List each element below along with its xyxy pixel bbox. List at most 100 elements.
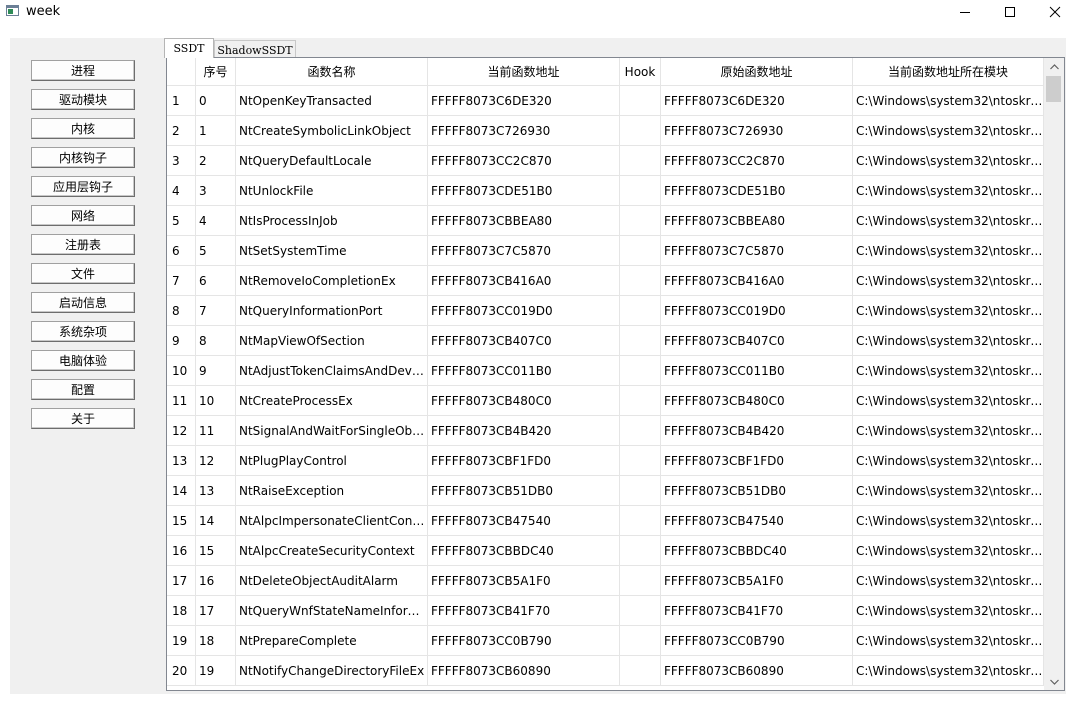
row-number-cell: 9	[167, 326, 196, 356]
current-address-cell: FFFFF8073CB60890	[428, 656, 620, 686]
original-address-cell: FFFFF8073CC019D0	[661, 296, 853, 326]
module-path-cell: C:\Windows\system32\ntoskrnl.exe	[853, 656, 1044, 686]
function-name-cell: NtSetSystemTime	[236, 236, 428, 266]
hook-cell	[620, 566, 661, 596]
table-row[interactable]: 8 7 NtQueryInformationPort FFFFF8073CC019D0…	[167, 296, 1044, 326]
nav-button-system-misc[interactable]: 系统杂项	[31, 321, 135, 342]
function-name-cell: NtDeleteObjectAuditAlarm	[236, 566, 428, 596]
title-bar: week	[0, 0, 1072, 24]
function-name-cell: NtQueryWnfStateNameInformation	[236, 596, 428, 626]
scroll-up-button[interactable]	[1044, 58, 1064, 75]
column-header-original-address[interactable]: 原始函数地址	[661, 58, 853, 86]
nav-button-about[interactable]: 关于	[31, 408, 135, 429]
table-row[interactable]: 9 8 NtMapViewOfSection FFFFF8073CB407C0 FFFF…	[167, 326, 1044, 356]
nav-button-startup[interactable]: 启动信息	[31, 292, 135, 313]
column-header-current-address[interactable]: 当前函数地址	[428, 58, 620, 86]
table-row[interactable]: 12 11 NtSignalAndWaitForSingleObject FFFFF8…	[167, 416, 1044, 446]
module-path-cell: C:\Windows\system32\ntoskrnl.exe	[853, 116, 1044, 146]
hook-cell	[620, 596, 661, 626]
current-address-cell: FFFFF8073CC019D0	[428, 296, 620, 326]
nav-button-kernel[interactable]: 内核	[31, 118, 135, 139]
index-cell: 6	[196, 266, 236, 296]
function-name-cell: NtQueryInformationPort	[236, 296, 428, 326]
nav-panel: 进程驱动模块内核内核钩子应用层钩子网络注册表文件启动信息系统杂项电脑体验配置关于	[10, 38, 158, 694]
hook-cell	[620, 236, 661, 266]
table-row[interactable]: 17 16 NtDeleteObjectAuditAlarm FFFFF8073CB5…	[167, 566, 1044, 596]
tab-ssdt[interactable]: SSDT	[164, 38, 214, 58]
index-cell: 15	[196, 536, 236, 566]
table-row[interactable]: 5 4 NtIsProcessInJob FFFFF8073CBBEA80 FFFFF8…	[167, 206, 1044, 236]
hook-cell	[620, 506, 661, 536]
table-row[interactable]: 109NtAdjustTokenClaimsAndDeviceGroupsFFF…	[167, 356, 1044, 386]
function-name-cell: NtAlpcImpersonateClientContainerOfPort	[236, 506, 428, 536]
row-number-cell: 16	[167, 536, 196, 566]
content-panel: ShadowSSDT SSDT 序号 函数名称 当前函数地址 Hook 原始函数地址 当前…	[158, 38, 1066, 694]
original-address-cell: FFFFF8073C726930	[661, 116, 853, 146]
ssdt-table: 序号 函数名称 当前函数地址 Hook 原始函数地址 当前函数地址所在模块 1 0 NtOpen…	[166, 57, 1065, 691]
row-number-cell: 4	[167, 176, 196, 206]
nav-button-app-hooks[interactable]: 应用层钩子	[31, 176, 135, 197]
original-address-cell: FFFFF8073CB480C0	[661, 386, 853, 416]
current-address-cell: FFFFF8073CBBDC40	[428, 536, 620, 566]
current-address-cell: FFFFF8073CB416A0	[428, 266, 620, 296]
current-address-cell: FFFFF8073CB4B420	[428, 416, 620, 446]
scroll-thumb[interactable]	[1046, 76, 1061, 102]
table-row[interactable]: 11 10 NtCreateProcessEx FFFFF8073CB480C0 FFF…	[167, 386, 1044, 416]
row-number-cell: 11	[167, 386, 196, 416]
minimize-button[interactable]	[942, 0, 988, 24]
table-row[interactable]: 19 18 NtPrepareComplete FFFFF8073CC0B790 FFF…	[167, 626, 1044, 656]
column-header-index[interactable]: 序号	[196, 58, 236, 86]
original-address-cell: FFFFF8073CB47540	[661, 506, 853, 536]
nav-button-file[interactable]: 文件	[31, 263, 135, 284]
module-path-cell: C:\Windows\system32\ntoskrnl.exe	[853, 356, 1044, 386]
nav-button-kernel-hooks[interactable]: 内核钩子	[31, 147, 135, 168]
table-row[interactable]: 1 0 NtOpenKeyTransacted FFFFF8073C6DE320 FFF…	[167, 86, 1044, 116]
close-button[interactable]	[1032, 0, 1072, 24]
scroll-down-button[interactable]	[1044, 673, 1064, 690]
hook-cell	[620, 656, 661, 686]
maximize-button[interactable]	[987, 0, 1033, 24]
original-address-cell: FFFFF8073CB4B420	[661, 416, 853, 446]
module-path-cell: C:\Windows\system32\ntoskrnl.exe	[853, 296, 1044, 326]
nav-button-network[interactable]: 网络	[31, 205, 135, 226]
table-row[interactable]: 13 12 NtPlugPlayControl FFFFF8073CBF1FD0 FFF…	[167, 446, 1044, 476]
module-path-cell: C:\Windows\system32\ntoskrnl.exe	[853, 476, 1044, 506]
function-name-cell: NtQueryDefaultLocale	[236, 146, 428, 176]
module-path-cell: C:\Windows\system32\ntoskrnl.exe	[853, 416, 1044, 446]
table-row[interactable]: 4 3 NtUnlockFile FFFFF8073CDE51B0 FFFFF8073C…	[167, 176, 1044, 206]
app-window-icon	[6, 5, 19, 16]
hook-cell	[620, 356, 661, 386]
table-row[interactable]: 7 6 NtRemoveIoCompletionEx FFFFF8073CB416A0…	[167, 266, 1044, 296]
table-row[interactable]: 3 2 NtQueryDefaultLocale FFFFF8073CC2C870 FF…	[167, 146, 1044, 176]
table-row[interactable]: 20 19 NtNotifyChangeDirectoryFileEx FFFFF80…	[167, 656, 1044, 686]
function-name-cell: NtIsProcessInJob	[236, 206, 428, 236]
table-row[interactable]: 14 13 NtRaiseException FFFFF8073CB51DB0 FFFF…	[167, 476, 1044, 506]
row-number-cell: 15	[167, 506, 196, 536]
module-path-cell: C:\Windows\system32\ntoskrnl.exe	[853, 86, 1044, 116]
minimize-icon	[960, 12, 970, 13]
module-path-cell: C:\Windows\system32\ntoskrnl.exe	[853, 626, 1044, 656]
current-address-cell: FFFFF8073CB51DB0	[428, 476, 620, 506]
table-row[interactable]: 2 1 NtCreateSymbolicLinkObject FFFFF8073C72…	[167, 116, 1044, 146]
table-row[interactable]: 16 15 NtAlpcCreateSecurityContext FFFFF8073…	[167, 536, 1044, 566]
nav-button-registry[interactable]: 注册表	[31, 234, 135, 255]
index-cell: 2	[196, 146, 236, 176]
nav-button-process[interactable]: 进程	[31, 60, 135, 81]
column-header-module[interactable]: 当前函数地址所在模块	[853, 58, 1044, 86]
table-row[interactable]: 1514NtAlpcImpersonateClientContainerOfPo…	[167, 506, 1044, 536]
column-header-function-name[interactable]: 函数名称	[236, 58, 428, 86]
column-header-hook[interactable]: Hook	[620, 58, 661, 86]
table-row[interactable]: 6 5 NtSetSystemTime FFFFF8073C7C5870 FFFFF80…	[167, 236, 1044, 266]
table-row[interactable]: 1817NtQueryWnfStateNameInformationFFFFF8…	[167, 596, 1044, 626]
current-address-cell: FFFFF8073CBBEA80	[428, 206, 620, 236]
hook-cell	[620, 386, 661, 416]
nav-button-driver-modules[interactable]: 驱动模块	[31, 89, 135, 110]
original-address-cell: FFFFF8073CBBDC40	[661, 536, 853, 566]
function-name-cell: NtMapViewOfSection	[236, 326, 428, 356]
nav-button-config[interactable]: 配置	[31, 379, 135, 400]
module-path-cell: C:\Windows\system32\ntoskrnl.exe	[853, 146, 1044, 176]
hook-cell	[620, 416, 661, 446]
vertical-scrollbar[interactable]	[1044, 58, 1064, 690]
row-number-cell: 13	[167, 446, 196, 476]
nav-button-pc-experience[interactable]: 电脑体验	[31, 350, 135, 371]
